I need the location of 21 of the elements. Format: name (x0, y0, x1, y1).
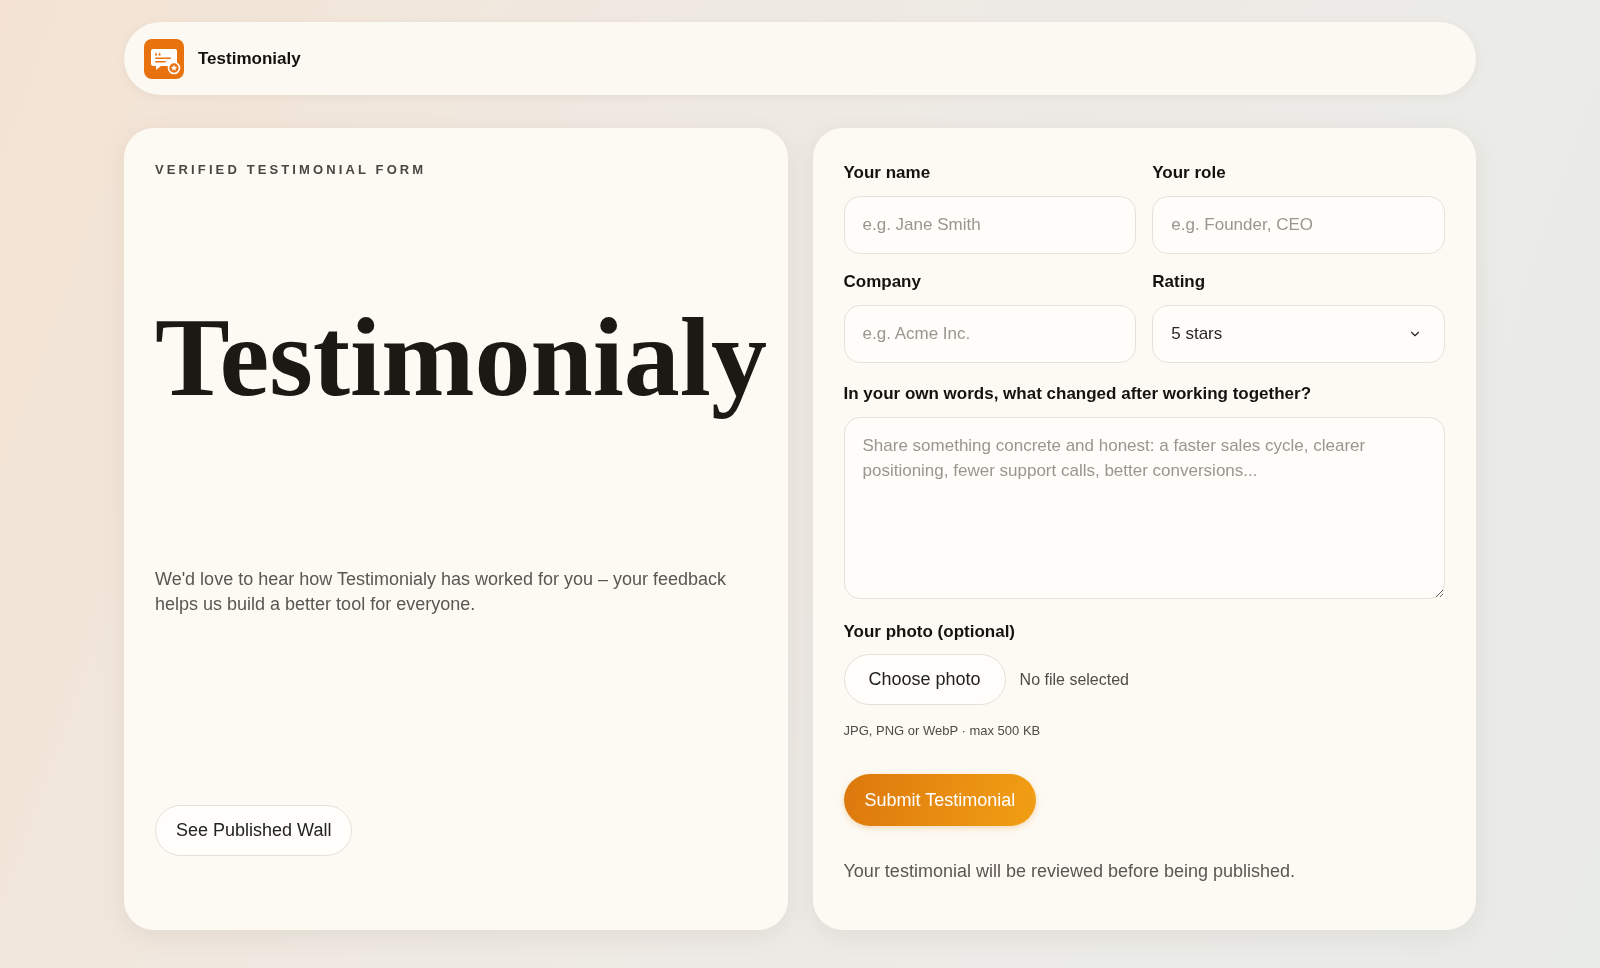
brand-name: Testimonialy (198, 47, 301, 70)
field-label: Your photo (optional) (843, 621, 1017, 643)
field-label: Your name (843, 162, 932, 184)
see-published-wall-button[interactable]: See Published Wall (155, 805, 353, 856)
speech-bubble-logo-icon (144, 38, 184, 79)
hero-title: Testimonialy (155, 294, 767, 421)
choose-photo-button[interactable]: Choose photo (843, 654, 1006, 705)
text-input[interactable]: e.g. Jane Smith (843, 196, 1137, 254)
intro-paragraph: We'd love to hear how Testimonialy has worked for you – your feedback helps us build a better tool for everyone. (155, 568, 728, 616)
field-label: Rating (1152, 271, 1207, 293)
field-label: In your own words, what changed after working together? (843, 383, 1313, 405)
text-input[interactable]: e.g. Founder, CEO (1152, 196, 1445, 254)
field-label: Your role (1152, 162, 1227, 184)
review-note: Your testimonial will be reviewed before being published. (843, 860, 1296, 883)
testimonial-textarea[interactable]: Share something concrete and honest: a faster sales cycle, clearer positioning, fewer support calls, better conversions... (843, 417, 1445, 599)
file-hint: JPG, PNG or WebP · max 500 KB (843, 722, 1041, 740)
text-input[interactable]: e.g. Acme Inc. (843, 305, 1137, 363)
rating-select[interactable]: 5 stars (1152, 305, 1445, 363)
eyebrow-label: VERIFIED TESTIMONIAL FORM (155, 161, 427, 179)
field-label: Company (843, 271, 922, 293)
file-status: No file selected (1019, 669, 1129, 690)
